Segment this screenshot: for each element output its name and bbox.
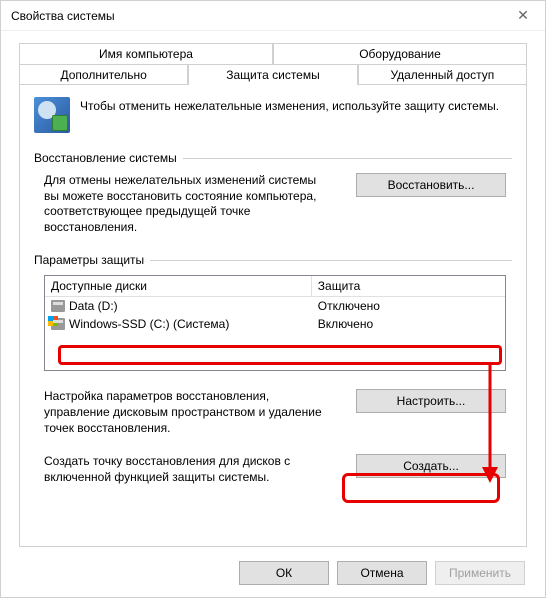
table-header: Доступные диски Защита <box>45 276 505 297</box>
apply-button: Применить <box>435 561 525 585</box>
tab-strip: Имя компьютера Оборудование Дополнительн… <box>19 43 527 85</box>
divider <box>183 158 512 159</box>
restore-button[interactable]: Восстановить... <box>356 173 506 197</box>
table-row[interactable]: Data (D:) Отключено <box>45 297 505 315</box>
disk-icon <box>51 318 65 330</box>
col-disks[interactable]: Доступные диски <box>45 276 312 297</box>
create-button[interactable]: Создать... <box>356 454 506 478</box>
create-block: Создать точку восстановления для дисков … <box>34 454 512 491</box>
col-protection[interactable]: Защита <box>312 276 505 297</box>
tab-remote[interactable]: Удаленный доступ <box>358 64 527 85</box>
disk-status: Отключено <box>312 299 505 313</box>
protect-title: Параметры защиты <box>34 253 144 267</box>
restore-title: Восстановление системы <box>34 151 177 165</box>
tab-advanced[interactable]: Дополнительно <box>19 64 188 85</box>
disk-status: Включено <box>312 317 505 331</box>
dialog-button-row: ОК Отмена Применить <box>1 551 545 597</box>
config-text: Настройка параметров восстановления, упр… <box>44 389 324 436</box>
intro-text: Чтобы отменить нежелательные изменения, … <box>80 97 499 133</box>
protect-section-header: Параметры защиты <box>34 253 512 267</box>
disk-table[interactable]: Доступные диски Защита Data (D:) Отключе… <box>44 275 506 371</box>
tab-system-protection[interactable]: Защита системы <box>188 64 357 85</box>
divider <box>150 260 512 261</box>
close-icon[interactable]: ✕ <box>509 4 537 28</box>
disk-icon <box>51 300 65 312</box>
disk-name: Windows-SSD (C:) (Система) <box>69 317 229 331</box>
window-title: Свойства системы <box>11 9 115 23</box>
dialog-body: Имя компьютера Оборудование Дополнительн… <box>1 31 545 551</box>
restore-section-body: Для отмены нежелательных изменений систе… <box>34 173 512 253</box>
titlebar: Свойства системы ✕ <box>1 1 545 31</box>
restore-text: Для отмены нежелательных изменений систе… <box>44 173 324 235</box>
disk-name: Data (D:) <box>69 299 118 313</box>
cancel-button[interactable]: Отмена <box>337 561 427 585</box>
tab-hardware[interactable]: Оборудование <box>273 43 527 64</box>
tab-content: Чтобы отменить нежелательные изменения, … <box>19 84 527 547</box>
create-text: Создать точку восстановления для дисков … <box>44 454 324 485</box>
ok-button[interactable]: ОК <box>239 561 329 585</box>
system-protection-icon <box>34 97 70 133</box>
config-block: Настройка параметров восстановления, упр… <box>34 371 512 454</box>
intro-block: Чтобы отменить нежелательные изменения, … <box>34 97 512 133</box>
restore-section-header: Восстановление системы <box>34 151 512 165</box>
system-properties-window: Свойства системы ✕ Имя компьютера Оборуд… <box>0 0 546 598</box>
tab-computer-name[interactable]: Имя компьютера <box>19 43 273 64</box>
table-row[interactable]: Windows-SSD (C:) (Система) Включено <box>45 315 505 333</box>
configure-button[interactable]: Настроить... <box>356 389 506 413</box>
